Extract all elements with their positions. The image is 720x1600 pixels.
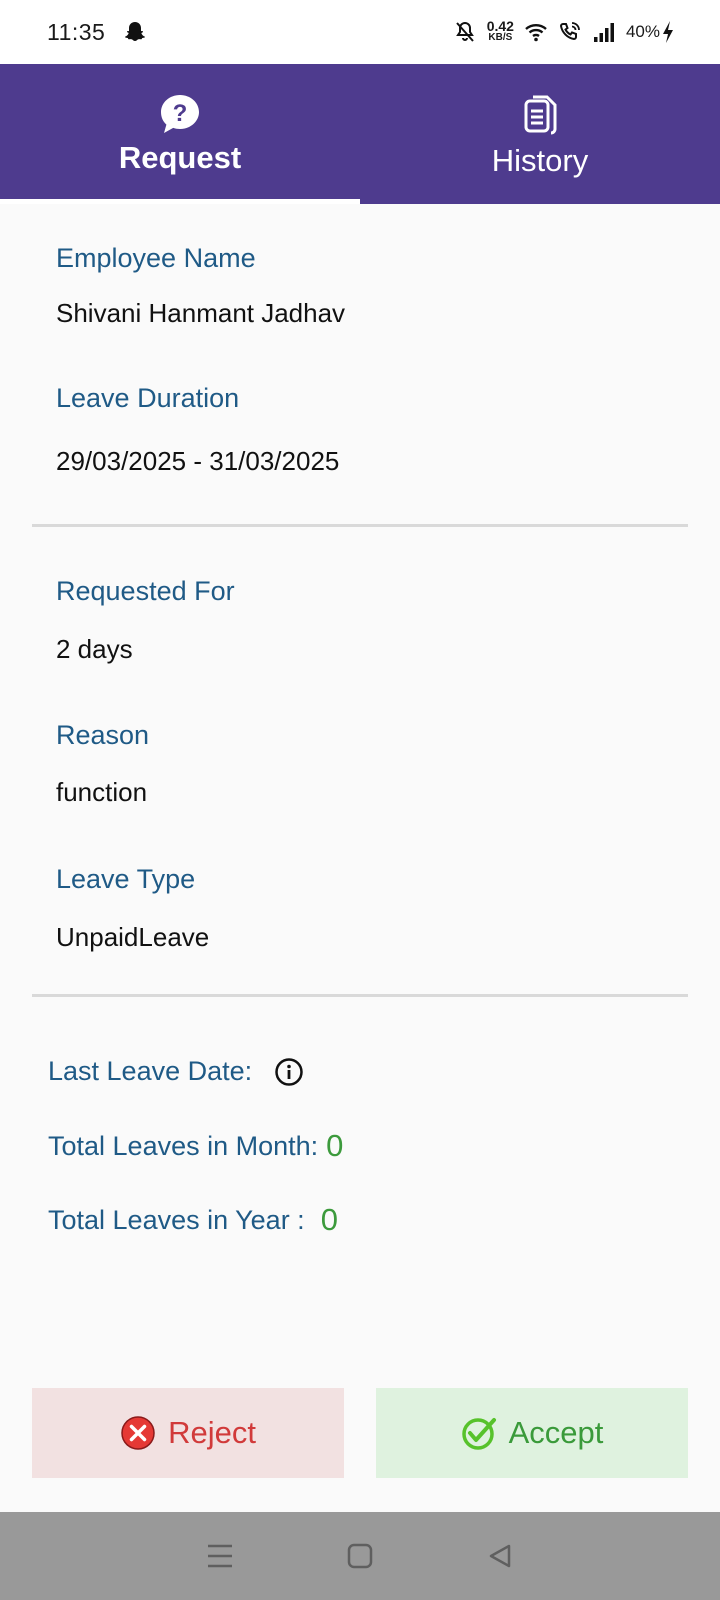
requested-for-label: Requested For <box>56 576 235 606</box>
nav-home-button[interactable] <box>342 1538 378 1574</box>
network-speed: 0.42 KB/S <box>486 18 514 43</box>
last-leave-label: Last Leave Date: <box>48 1056 253 1086</box>
reject-label: Reject <box>168 1415 256 1450</box>
tab-history-label: History <box>491 143 589 178</box>
signal-icon <box>593 23 614 42</box>
reason-value: function <box>56 777 148 807</box>
status-icons: 0.42 KB/S 40% <box>453 18 674 44</box>
tab-history[interactable]: History <box>360 64 720 204</box>
battery-indicator: 40% <box>626 20 674 44</box>
nav-recents-button[interactable] <box>202 1538 238 1574</box>
leave-type-label: Leave Type <box>56 864 196 894</box>
employee-name-value: Shivani Hanmant Jadhav <box>56 298 346 328</box>
menu-lines-icon <box>208 1544 232 1568</box>
month-leaves-row: Total Leaves in Month: 0 <box>48 1128 343 1164</box>
nav-back-button[interactable] <box>482 1538 518 1574</box>
leave-duration-label: Leave Duration <box>56 383 240 413</box>
question-bubble-icon: ? <box>161 95 199 133</box>
reject-x-icon <box>121 1416 155 1450</box>
requested-for-value: 2 days <box>56 634 133 664</box>
snapchat-icon <box>125 22 146 41</box>
last-leave-row: Last Leave Date: <box>48 1056 304 1087</box>
charging-bolt-icon <box>663 21 673 43</box>
document-icon <box>524 95 557 135</box>
navigation-bar <box>0 1512 720 1600</box>
svg-text:?: ? <box>173 100 188 127</box>
wifi-call-icon <box>559 22 580 41</box>
year-leaves-value: 0 <box>320 1202 338 1237</box>
year-leaves-row: Total Leaves in Year : 0 <box>48 1202 338 1238</box>
bell-muted-icon <box>455 21 474 42</box>
accept-label: Accept <box>508 1415 604 1450</box>
accept-button[interactable]: Accept <box>376 1388 688 1478</box>
tab-bar: ? Request History <box>0 64 720 204</box>
reject-button[interactable]: Reject <box>32 1388 344 1478</box>
section-divider <box>32 524 688 527</box>
accept-check-icon <box>461 1418 496 1450</box>
tab-request-label: Request <box>118 140 242 175</box>
tab-request[interactable]: ? Request <box>0 64 360 204</box>
wifi-icon <box>525 24 547 42</box>
leave-type-value: UnpaidLeave <box>56 922 210 952</box>
year-leaves-label: Total Leaves in Year : <box>48 1204 305 1235</box>
month-leaves-label: Total Leaves in Month: <box>48 1130 319 1161</box>
section-divider <box>32 994 688 997</box>
back-triangle-icon <box>489 1544 511 1568</box>
info-icon[interactable] <box>274 1057 304 1087</box>
employee-name-label-text: Employee Name <box>56 243 256 273</box>
month-leaves-value: 0 <box>326 1128 344 1163</box>
reason-label: Reason <box>56 720 150 750</box>
status-bar: 11:35 0.42 KB/S 40% <box>0 0 720 64</box>
leave-duration-value: 29/03/2025 - 31/03/2025 <box>56 446 340 476</box>
home-square-icon <box>347 1543 373 1569</box>
status-time: 11:35 <box>47 18 106 45</box>
